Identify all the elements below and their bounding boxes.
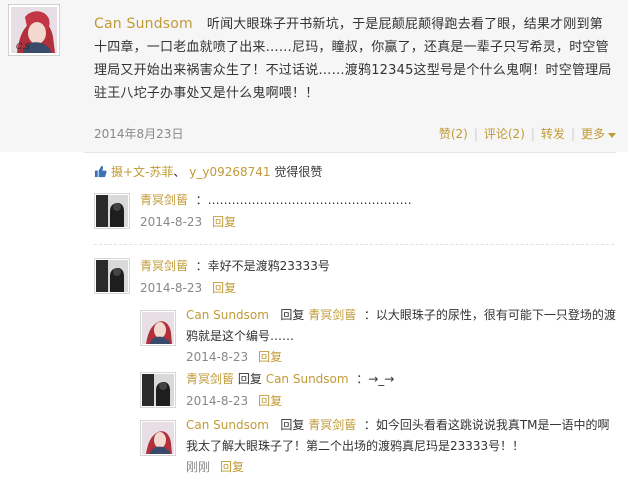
likes-suffix: 觉得很赞 [274, 165, 323, 179]
nested-reply-1-cont: 鸦就是这个编号…… [186, 326, 294, 347]
thumbs-up-icon [94, 165, 107, 178]
reply-text: 鸦就是这个编号…… [186, 329, 295, 343]
anime-avatar-icon [142, 312, 174, 344]
replier-name-link[interactable]: Can Sundsom [186, 418, 269, 432]
reply-button[interactable]: 回复 [220, 460, 244, 474]
svg-text:C.S: C.S [16, 42, 30, 51]
liker-separator: 、 [173, 165, 186, 179]
comment-date: 2014-8-23 [140, 281, 203, 295]
reply-text: ：如今回头看看这跳说说我真TM是一语中的啊 [363, 418, 610, 432]
post-body: Can Sundsom 听闻大眼珠子开书新坑，于是屁颠屁颠得跑去看了眼，结果才刚到… [94, 13, 616, 105]
comment-text: ：幸好不是渡鸦23333号 [195, 259, 330, 273]
dark-figure-avatar-icon [96, 195, 128, 227]
replier-avatar[interactable] [140, 420, 176, 456]
comment-divider [94, 244, 614, 245]
dark-figure-avatar-icon [142, 374, 174, 406]
commenter-avatar[interactable] [94, 258, 130, 294]
commenter-avatar[interactable] [94, 193, 130, 229]
anime-avatar-icon [142, 422, 174, 454]
reply-word: 回复 [280, 418, 305, 432]
reply-word: 回复 [237, 372, 262, 386]
more-label: 更多 [580, 127, 605, 141]
nested-reply-2: 青冥剑蒈 回复 Can Sundsom ：→_→ [186, 369, 394, 390]
reply-button[interactable]: 回复 [212, 215, 236, 229]
replier-name-link[interactable]: 青冥剑蒈 [186, 372, 234, 386]
reply-button[interactable]: 回复 [258, 350, 282, 364]
author-avatar[interactable]: C.S [8, 4, 60, 56]
comment-button[interactable]: 评论(2) [484, 125, 525, 142]
nested-reply-3-meta: 刚刚 回复 [186, 457, 244, 478]
reply-text: ：以大眼珠子的尿性，很有可能下一只登场的渡 [363, 308, 616, 322]
divider: | [473, 126, 478, 141]
reply-target-link[interactable]: Can Sundsom [266, 372, 349, 386]
reply-button[interactable]: 回复 [212, 281, 236, 295]
comment-1-line: 青冥剑蒈 ：…………………………………………… [140, 190, 412, 211]
nested-reply-3-cont: 我太了解大眼珠子了！第二个出场的渡鸦真尼玛是23333号！！ [186, 436, 524, 457]
dark-figure-avatar-icon [96, 260, 128, 292]
divider: | [530, 126, 535, 141]
comment-2-meta: 2014-8-23 回复 [140, 278, 236, 299]
chevron-down-icon [608, 133, 616, 138]
nested-reply-1-meta: 2014-8-23 回复 [186, 347, 282, 368]
replier-avatar[interactable] [140, 372, 176, 408]
more-button[interactable]: 更多 [581, 125, 616, 142]
nested-reply-1: Can Sundsom 回复 青冥剑蒈 ：以大眼珠子的尿性，很有可能下一只登场的… [186, 305, 616, 326]
nested-reply-2-meta: 2014-8-23 回复 [186, 391, 282, 412]
liker-link[interactable]: 摄+文-苏菲 [111, 163, 173, 180]
commenter-name-link[interactable]: 青冥剑蒈 [140, 259, 188, 273]
anime-avatar-icon: C.S [11, 7, 57, 53]
comment-text: ：…………………………………………… [195, 193, 412, 207]
likes-bar: 摄+文-苏菲、 y_y09268741 觉得很赞 [94, 163, 322, 180]
comment-date: 2014-8-23 [140, 215, 203, 229]
nested-reply-3: Can Sundsom 回复 青冥剑蒈 ：如今回头看看这跳说说我真TM是一语中的… [186, 415, 610, 436]
reply-target-link[interactable]: 青冥剑蒈 [308, 418, 356, 432]
reply-date: 2014-8-23 [186, 350, 249, 364]
like-button[interactable]: 赞(2) [439, 125, 468, 142]
post-card: C.S Can Sundsom 听闻大眼珠子开书新坑，于是屁颠屁颠得跑去看了眼，结… [0, 0, 628, 152]
post-author-link[interactable]: Can Sundsom [94, 16, 193, 32]
liker-link[interactable]: y_y09268741 [189, 165, 270, 179]
reply-button[interactable]: 回复 [258, 394, 282, 408]
reply-text: ：→_→ [356, 372, 395, 386]
reply-date: 2014-8-23 [186, 394, 249, 408]
post-actions: 赞(2) | 评论(2) | 转发 | 更多 [439, 125, 616, 142]
replier-name-link[interactable]: Can Sundsom [186, 308, 269, 322]
commenter-name-link[interactable]: 青冥剑蒈 [140, 193, 188, 207]
reply-word: 回复 [280, 308, 305, 322]
comment-thread [84, 152, 616, 153]
replier-avatar[interactable] [140, 310, 176, 346]
post-date: 2014年8月23日 [94, 127, 184, 141]
divider: | [570, 126, 575, 141]
repost-button[interactable]: 转发 [541, 125, 565, 142]
comment-2-line: 青冥剑蒈 ：幸好不是渡鸦23333号 [140, 256, 330, 277]
reply-target-link[interactable]: 青冥剑蒈 [308, 308, 356, 322]
reply-date: 刚刚 [186, 460, 211, 474]
reply-text: 我太了解大眼珠子了！第二个出场的渡鸦真尼玛是23333号！！ [186, 439, 525, 453]
comment-1-meta: 2014-8-23 回复 [140, 212, 236, 233]
